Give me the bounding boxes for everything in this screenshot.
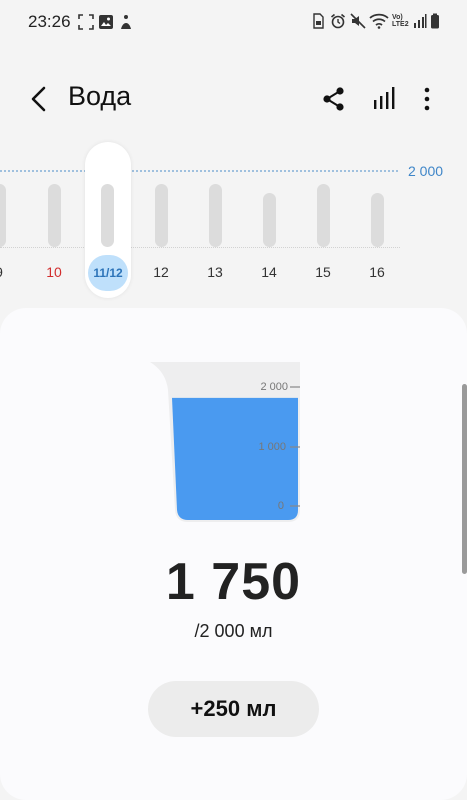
day-bar[interactable]: [209, 183, 222, 247]
scrollbar-thumb[interactable]: [462, 384, 467, 574]
volte-indicator: Vo) LTE2: [392, 14, 409, 28]
status-bar: 23:26 Vo) LTE2: [0, 0, 467, 44]
day-bar[interactable]: [101, 183, 114, 247]
day-bar[interactable]: [48, 183, 61, 247]
intake-value: 1 750: [165, 553, 302, 611]
day-bar[interactable]: [263, 193, 276, 247]
glass-scale-max: 2 000: [260, 381, 288, 393]
intake-goal: /2 000 мл: [194, 621, 273, 641]
chart-baseline: [0, 247, 400, 248]
statistics-button[interactable]: [367, 82, 401, 116]
day-bar[interactable]: [155, 183, 168, 247]
day-label[interactable]: 15: [303, 264, 343, 280]
day-bar[interactable]: [317, 183, 330, 247]
photo-icon: [99, 15, 113, 29]
more-options-button[interactable]: [410, 82, 444, 116]
alarm-icon: [330, 13, 346, 29]
more-vert-icon: [424, 87, 430, 111]
day-label[interactable]: 10: [34, 264, 74, 280]
selected-day-label[interactable]: 11/12: [88, 255, 128, 291]
glass-scale-min: 0: [277, 500, 284, 512]
add-250ml-button[interactable]: +250 мл: [148, 681, 319, 737]
status-time: 23:26: [28, 12, 71, 31]
share-button[interactable]: [317, 82, 351, 116]
day-label[interactable]: 14: [249, 264, 289, 280]
day-label[interactable]: 12: [141, 264, 181, 280]
back-button[interactable]: [22, 82, 56, 116]
day-label[interactable]: 13: [195, 264, 235, 280]
glass-scale-mid: 1 000: [258, 441, 286, 453]
day-label[interactable]: 16: [357, 264, 397, 280]
bar-chart-icon: [374, 87, 395, 109]
day-bar[interactable]: [0, 183, 6, 247]
accessibility-icon: [121, 15, 131, 29]
sim-icon: [313, 13, 324, 29]
page-title: Вода: [68, 81, 132, 111]
battery-icon: [431, 13, 439, 29]
screenshot-icon: [78, 14, 94, 30]
signal-icon: [414, 14, 427, 28]
goal-line: [0, 170, 398, 172]
mute-icon: [350, 13, 366, 29]
day-bar[interactable]: [371, 193, 384, 247]
goal-line-label: 2 000: [408, 163, 444, 179]
day-label[interactable]: 9: [0, 264, 19, 280]
wifi-icon: [369, 13, 389, 29]
share-icon: [323, 87, 344, 111]
